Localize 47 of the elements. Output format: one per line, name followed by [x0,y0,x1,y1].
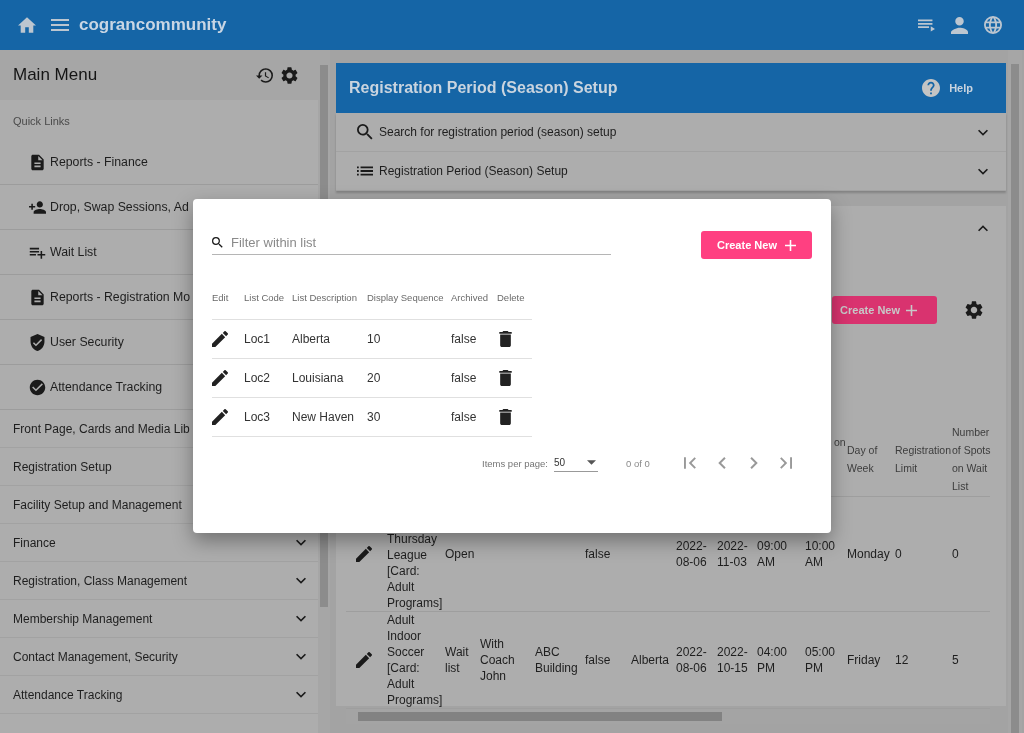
column-header: Delete [497,291,526,303]
table-cell-text: With Coach John [480,636,516,684]
table-cell-text: 10:00 AM [805,538,837,570]
table-cell-text: Loc1 [244,332,272,346]
table-cell-text: New Haven [292,410,356,424]
table-cell-text: 30 [367,410,382,424]
table-cell-text: 0 [895,546,903,562]
table-cell-text: false [451,332,478,346]
column-header: Display Sequence [367,291,445,303]
table-cell-text: Open [445,546,476,562]
table-cell-text: ABC Building [535,644,579,676]
table-cell-text: 09:00 AM [757,538,789,570]
column-header: Day of Week [847,442,879,476]
table-cell-text: Alberta [631,652,671,668]
sidebar-title: Main Menu [13,65,99,85]
table-cell-text: Thursday League [Card: Adult Programs] [387,531,444,611]
column-header: Archived [451,291,489,303]
column-header: on [833,435,847,450]
table-cell-text: 0 [952,546,960,562]
table-cell-text: false [585,652,612,668]
table-cell-text: Friday [847,652,882,668]
table-cell-text: Wait list [445,644,470,676]
table-cell-text: 20 [367,371,382,385]
table-cell-text: Loc2 [244,371,272,385]
table-cell-text: 05:00 PM [805,644,837,676]
table-cell-text: false [451,410,478,424]
table-cell-text: 2022-08-06 [676,644,708,676]
table-cell-text: 2022-10-15 [717,644,749,676]
column-header: Registration Limit [895,442,952,476]
table-cell-text: false [585,546,612,562]
table-cell-text: 2022-11-03 [717,538,749,570]
table-cell-text: Loc3 [244,410,272,424]
page-range: 0 of 0 [626,457,650,469]
table-cell-text: 04:00 PM [757,644,789,676]
section-label: Quick Links [12,114,71,129]
table-cell-text: false [451,371,478,385]
column-header: List Code [244,291,286,303]
table-cell-text: Monday [847,546,891,562]
table-cell-text: 5 [952,652,960,668]
table-cell-text: 10 [367,332,382,346]
table-cell-text: Adult Indoor Soccer [Card: Adult Programs] [387,612,444,708]
column-header: Number of Spots on Wait List [952,424,992,494]
table-cell-text: 12 [895,652,910,668]
items-per-page-label: Items per page: [482,457,548,469]
page-title: Registration Period (Season) Setup [349,79,618,97]
column-header: Edit [212,291,230,303]
table-cell-text: 2022-08-06 [676,538,708,570]
